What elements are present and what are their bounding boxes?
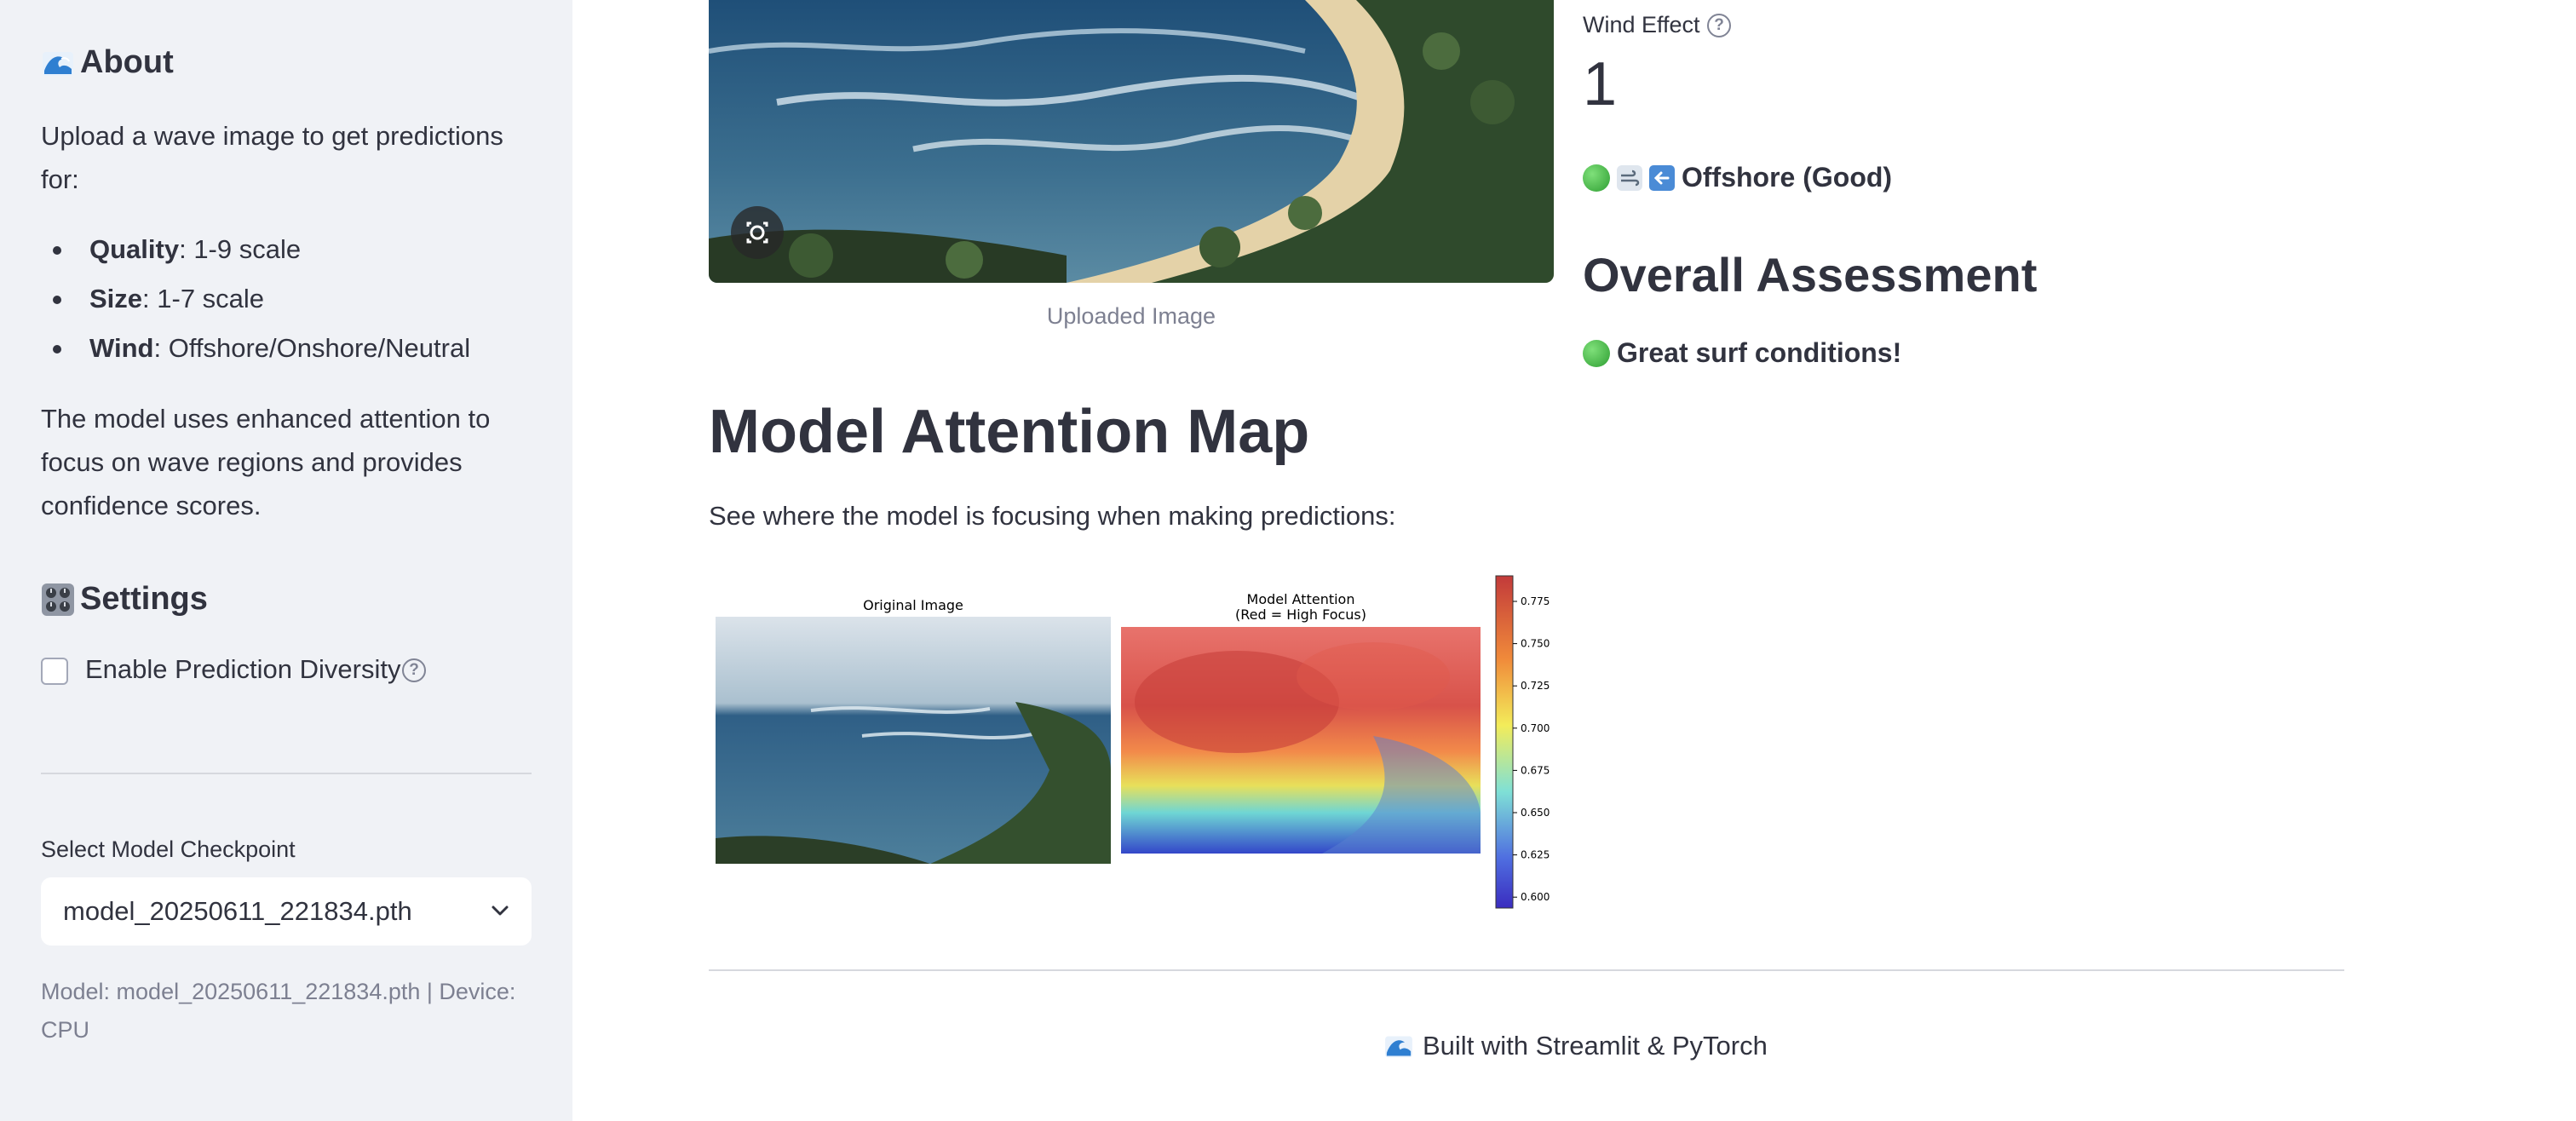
assessment-text: Great surf conditions!	[1617, 337, 1902, 368]
wave-icon	[43, 51, 73, 76]
footer-text: Built with Streamlit & PyTorch	[1423, 1031, 1768, 1061]
control-knobs-icon	[42, 583, 74, 616]
overall-assessment-heading: Overall Assessment	[1583, 248, 2038, 302]
about-body: The model uses enhanced attention to foc…	[41, 404, 491, 520]
feature-name: Size	[89, 284, 143, 313]
wind-status: Offshore (Good)	[1583, 162, 1892, 193]
help-icon[interactable]: ?	[402, 658, 426, 682]
feature-desc: : 1-7 scale	[142, 284, 265, 313]
colorbar-tick-label: 0.650	[1521, 807, 1550, 819]
attention-map-description: See where the model is focusing when mak…	[709, 501, 1396, 531]
camera-button[interactable]	[731, 206, 784, 259]
feature-desc: : 1-9 scale	[179, 234, 302, 264]
help-icon[interactable]: ?	[1707, 14, 1731, 37]
colorbar-tick-label: 0.750	[1521, 638, 1550, 650]
camera-icon	[746, 221, 768, 244]
model-checkpoint-select[interactable]: model_20250611_221834.pth	[41, 877, 532, 946]
about-title: About	[80, 44, 174, 80]
model-info-text: Model: model_20250611_221834.pth | Devic…	[41, 979, 516, 1043]
attention-figure: Original Image Model Attention (Red = Hi…	[709, 566, 1564, 917]
sidebar-divider	[41, 773, 532, 774]
prediction-diversity-label[interactable]: Enable Prediction Diversity	[85, 654, 400, 685]
footer: Built with Streamlit & PyTorch	[1383, 1031, 1768, 1061]
list-item: Size: 1-7 scale	[41, 274, 535, 324]
feature-name: Quality	[89, 234, 180, 264]
colorbar-tick-label: 0.625	[1521, 849, 1550, 861]
list-item: Quality: 1-9 scale	[41, 225, 535, 274]
left-arrow-icon	[1649, 164, 1675, 191]
wind-effect-value: 1	[1583, 50, 1618, 118]
colorbar-tick-label: 0.675	[1521, 764, 1550, 776]
main-divider	[709, 969, 2344, 971]
about-heading: About	[41, 44, 174, 81]
wind-effect-label: Wind Effect	[1583, 12, 1700, 37]
wave-icon	[1385, 1036, 1412, 1058]
feature-list: Quality: 1-9 scale Size: 1-7 scale Wind:…	[41, 225, 535, 373]
green-circle-icon	[1583, 339, 1610, 367]
prediction-diversity-checkbox[interactable]	[41, 658, 68, 685]
list-item: Wind: Offshore/Onshore/Neutral	[41, 324, 535, 373]
sidebar: About Upload a wave image to get predict…	[0, 0, 572, 1121]
original-image-title: Original Image	[863, 597, 963, 613]
green-circle-icon	[1583, 164, 1610, 192]
wind-icon	[1617, 164, 1642, 191]
colorbar-tick-label: 0.700	[1521, 722, 1550, 734]
feature-desc: : Offshore/Onshore/Neutral	[153, 333, 471, 363]
assessment-result: Great surf conditions!	[1583, 337, 1901, 369]
attention-title-line1: Model Attention	[1247, 591, 1355, 607]
about-intro: Upload a wave image to get predictions f…	[41, 121, 503, 194]
attention-map-heading: Model Attention Map	[709, 398, 1310, 466]
feature-name: Wind	[89, 333, 154, 363]
colorbar	[1495, 575, 1514, 909]
attention-title-line2: (Red = High Focus)	[1235, 606, 1366, 623]
settings-title: Settings	[80, 581, 208, 617]
model-select-label: Select Model Checkpoint	[41, 836, 296, 862]
uploaded-image	[709, 0, 1554, 283]
colorbar-tick-label: 0.775	[1521, 595, 1550, 607]
wind-status-text: Offshore (Good)	[1682, 162, 1893, 193]
settings-heading: Settings	[41, 581, 208, 618]
chevron-down-icon[interactable]	[491, 901, 509, 920]
colorbar-tick-label: 0.600	[1521, 891, 1550, 903]
model-select-value: model_20250611_221834.pth	[63, 896, 412, 926]
colorbar-tick-label: 0.725	[1521, 680, 1550, 692]
image-caption: Uploaded Image	[1046, 303, 1216, 329]
